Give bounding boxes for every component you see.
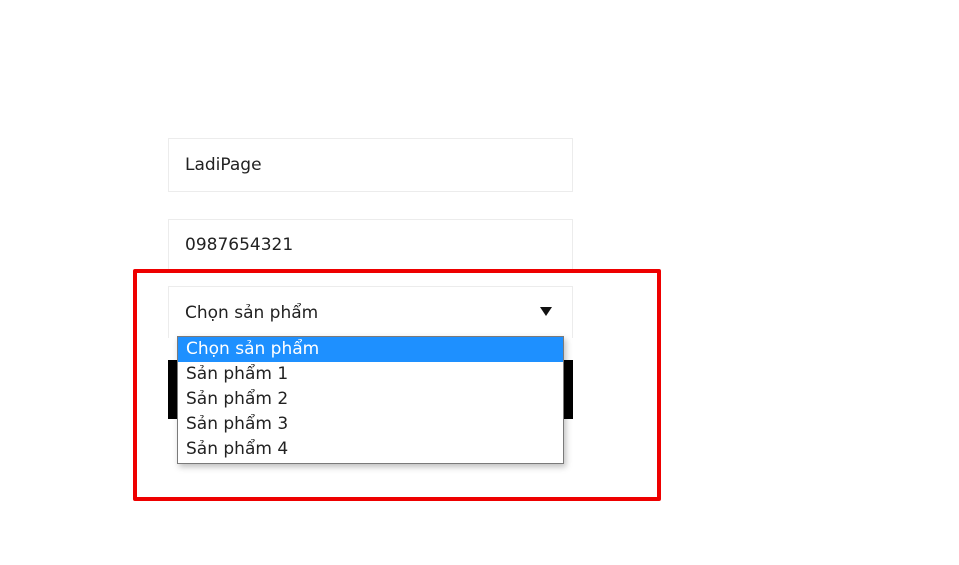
- phone-field[interactable]: 0987654321: [168, 219, 573, 269]
- dropdown-option[interactable]: Sản phẩm 3: [178, 412, 563, 437]
- caret-down-icon[interactable]: [540, 307, 552, 316]
- name-field[interactable]: LadiPage: [168, 138, 573, 192]
- product-select-value: Chọn sản phẩm: [185, 302, 319, 323]
- phone-field-value: 0987654321: [185, 234, 294, 255]
- dropdown-option[interactable]: Sản phẩm 1: [178, 362, 563, 387]
- product-dropdown-list[interactable]: Chọn sản phẩm Sản phẩm 1 Sản phẩm 2 Sản …: [177, 336, 564, 464]
- name-field-value: LadiPage: [185, 155, 262, 175]
- dropdown-option[interactable]: Sản phẩm 2: [178, 387, 563, 412]
- dropdown-option[interactable]: Sản phẩm 4: [178, 437, 563, 462]
- product-select[interactable]: Chọn sản phẩm: [168, 286, 573, 338]
- dropdown-option[interactable]: Chọn sản phẩm: [178, 337, 563, 362]
